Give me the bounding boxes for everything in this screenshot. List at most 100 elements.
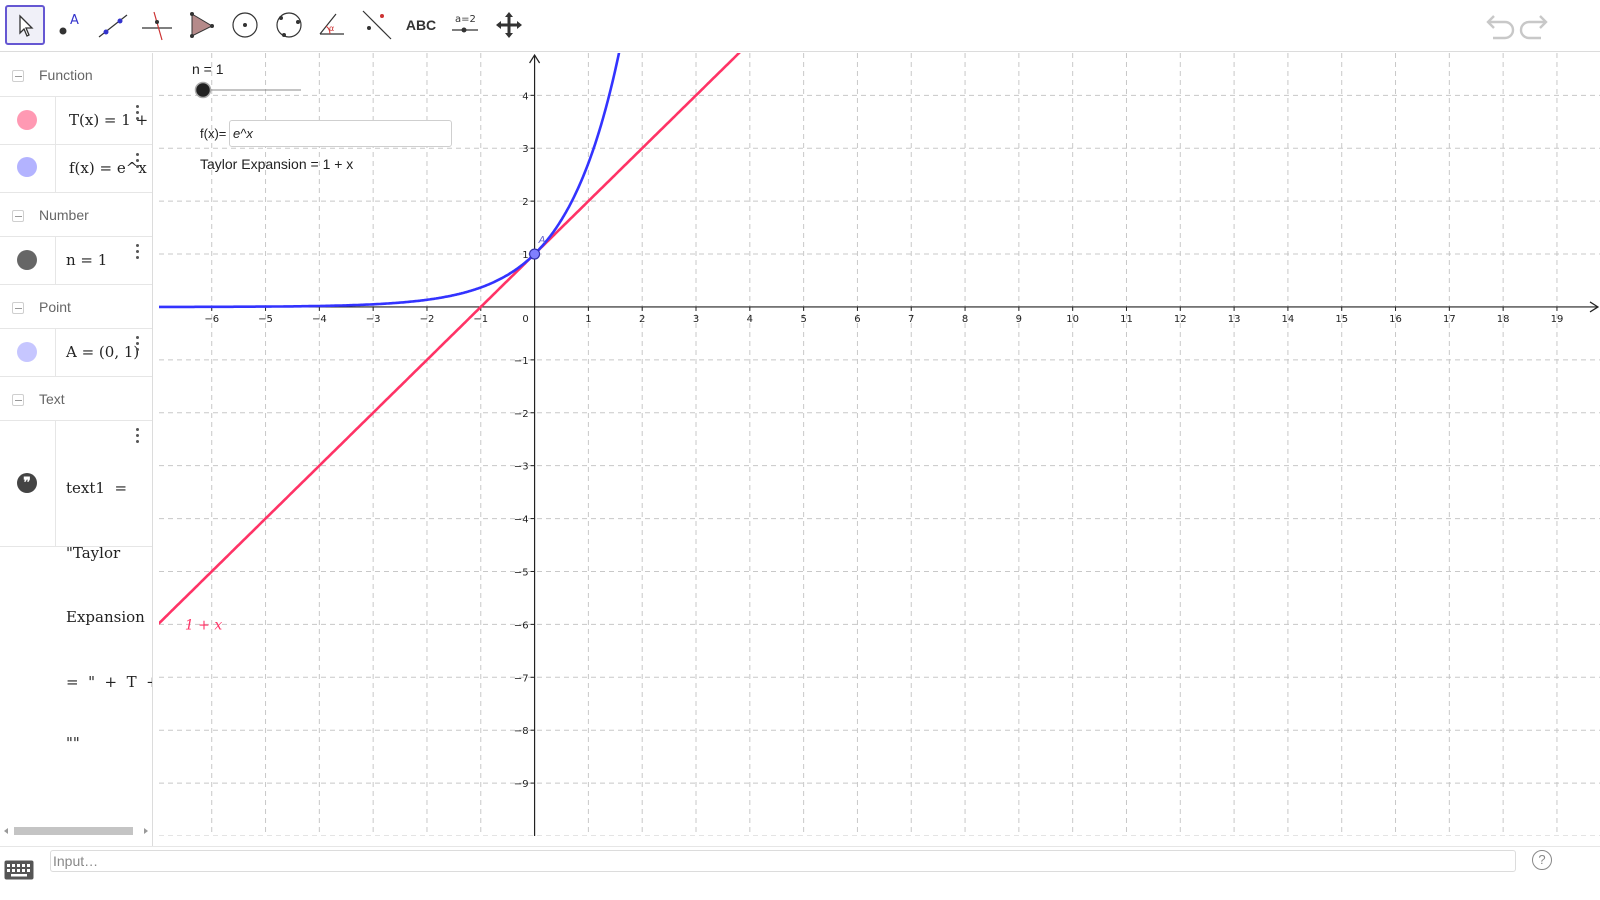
taylor-expansion-text: Taylor Expansion = 1 + x bbox=[200, 156, 354, 172]
text-icon: ABC bbox=[405, 17, 437, 33]
x-tick-label: 14 bbox=[1282, 314, 1295, 325]
line-icon bbox=[98, 14, 128, 38]
row-divider bbox=[55, 421, 56, 546]
svg-text:α: α bbox=[329, 24, 334, 33]
more-options-icon[interactable] bbox=[134, 335, 142, 355]
text-line: "" bbox=[66, 734, 80, 752]
algebra-row-f[interactable]: f(x) = e^x bbox=[0, 145, 152, 193]
x-tick-label: 15 bbox=[1335, 314, 1348, 325]
slider-label: n = 1 bbox=[192, 61, 224, 77]
x-tick-label: 7 bbox=[908, 314, 914, 325]
point-A bbox=[528, 248, 541, 260]
x-tick-label: 1 bbox=[585, 314, 591, 325]
x-tick-label: −2 bbox=[420, 314, 435, 325]
algebra-expression[interactable]: A = (0, 1) bbox=[66, 343, 139, 361]
scroll-thumb bbox=[14, 827, 133, 835]
move-view-tool-button[interactable] bbox=[489, 5, 529, 45]
text-line: "Taylor bbox=[66, 543, 121, 562]
collapse-icon[interactable] bbox=[12, 70, 24, 82]
slider-tool-button[interactable]: a=2 bbox=[445, 5, 485, 45]
algebra-expression[interactable]: text1 = "Taylor Expansion = " + T + "" bbox=[66, 435, 153, 793]
group-label: Point bbox=[39, 299, 71, 315]
row-divider bbox=[55, 97, 56, 144]
move-arrow-icon bbox=[19, 14, 34, 37]
reflect-tool-button[interactable] bbox=[357, 5, 397, 45]
scroll-left-icon bbox=[4, 828, 8, 834]
x-tick-label: 16 bbox=[1389, 314, 1402, 325]
x-tick-label: 3 bbox=[693, 314, 699, 325]
move-tool-button[interactable] bbox=[5, 5, 45, 45]
algebra-expression[interactable]: n = 1 bbox=[66, 251, 107, 269]
more-options-icon[interactable] bbox=[134, 427, 142, 447]
slider-handle[interactable] bbox=[194, 81, 212, 99]
algebra-row-n[interactable]: n = 1 bbox=[0, 237, 152, 285]
row-divider bbox=[55, 145, 56, 192]
x-tick-label: 5 bbox=[800, 314, 806, 325]
perpendicular-tool-button[interactable] bbox=[137, 5, 177, 45]
input-box-label: f(x)= bbox=[200, 126, 227, 141]
y-tick-label: 4 bbox=[522, 91, 528, 102]
algebra-row-T[interactable]: T(x) = 1 + x bbox=[0, 97, 152, 145]
function-input-box[interactable]: e^x bbox=[229, 120, 452, 147]
circle-tool-button[interactable] bbox=[225, 5, 265, 45]
quote-marble-icon[interactable]: ❞ bbox=[17, 473, 37, 493]
algebra-row-text1[interactable]: ❞ text1 = "Taylor Expansion = " + T + "" bbox=[0, 421, 152, 751]
visibility-marble-icon[interactable] bbox=[17, 342, 37, 362]
graphics-view[interactable]: −6 −5 −4 −3 −2 −1 0 1 2 3 4 5 6 7 8 9 10 11 12 13 14 15 16 17 18… bbox=[159, 53, 1600, 836]
x-tick-label: 13 bbox=[1228, 314, 1241, 325]
horizontal-scrollbar[interactable] bbox=[0, 824, 153, 838]
x-tick-label: 10 bbox=[1066, 314, 1079, 325]
more-options-icon[interactable] bbox=[134, 104, 142, 124]
visibility-marble-icon[interactable] bbox=[17, 110, 37, 130]
more-options-icon[interactable] bbox=[134, 243, 142, 263]
point-tool-button[interactable]: A bbox=[49, 5, 89, 45]
text-tool-button[interactable]: ABC bbox=[401, 5, 441, 45]
x-tick-label: 9 bbox=[1016, 314, 1022, 325]
x-tick-label: 17 bbox=[1443, 314, 1456, 325]
visibility-marble-icon[interactable] bbox=[17, 157, 37, 177]
x-tick-label: 6 bbox=[854, 314, 860, 325]
redo-icon[interactable] bbox=[1519, 12, 1551, 40]
algebra-input-field[interactable]: Input… bbox=[50, 850, 1516, 872]
conic-tool-button[interactable] bbox=[269, 5, 309, 45]
collapse-icon[interactable] bbox=[12, 210, 24, 222]
x-tick-label: −1 bbox=[473, 314, 488, 325]
help-icon[interactable]: ? bbox=[1532, 850, 1552, 870]
group-header-text[interactable]: Text bbox=[0, 377, 152, 421]
more-options-icon[interactable] bbox=[134, 152, 142, 172]
polygon-tool-button[interactable] bbox=[181, 5, 221, 45]
text-line: Expansion bbox=[66, 608, 145, 626]
y-tick-label: 2 bbox=[522, 197, 528, 208]
group-label: Number bbox=[39, 207, 89, 223]
text-line: = " + T + bbox=[66, 672, 153, 691]
keyboard-icon[interactable] bbox=[4, 860, 34, 880]
curve-label-T: 1 + x bbox=[185, 617, 223, 633]
y-tick-label: −2 bbox=[514, 409, 529, 420]
visibility-marble-icon[interactable] bbox=[17, 250, 37, 270]
collapse-icon[interactable] bbox=[12, 394, 24, 406]
x-tick-label: 18 bbox=[1497, 314, 1510, 325]
x-tick-label: −5 bbox=[258, 314, 273, 325]
x-tick-label: 19 bbox=[1551, 314, 1564, 325]
angle-tool-button[interactable]: α bbox=[313, 5, 353, 45]
x-tick-label: 0 bbox=[522, 314, 528, 325]
algebra-view: Function T(x) = 1 + x f(x) = e^x Number … bbox=[0, 53, 153, 846]
y-tick-label: −5 bbox=[514, 567, 529, 578]
slider-n[interactable] bbox=[194, 81, 304, 99]
toolbar: A α ABC a=2 bbox=[0, 0, 1600, 52]
graph-canvas[interactable]: −6 −5 −4 −3 −2 −1 0 1 2 3 4 5 6 7 8 9 10 11 12 13 14 15 16 17 18… bbox=[159, 53, 1600, 836]
group-header-number[interactable]: Number bbox=[0, 193, 152, 237]
y-tick-label: −4 bbox=[514, 515, 529, 526]
undo-icon[interactable] bbox=[1483, 12, 1515, 40]
y-tick-label: −7 bbox=[514, 673, 529, 684]
point-icon: A bbox=[59, 13, 79, 35]
algebra-row-A[interactable]: A = (0, 1) bbox=[0, 329, 152, 377]
group-header-function[interactable]: Function bbox=[0, 53, 152, 97]
collapse-icon[interactable] bbox=[12, 302, 24, 314]
line-tool-button[interactable] bbox=[93, 5, 133, 45]
scroll-right-icon bbox=[144, 828, 148, 834]
reflect-icon bbox=[362, 10, 392, 40]
angle-icon: α bbox=[319, 13, 344, 35]
group-header-point[interactable]: Point bbox=[0, 285, 152, 329]
x-tick-label: −3 bbox=[366, 314, 381, 325]
